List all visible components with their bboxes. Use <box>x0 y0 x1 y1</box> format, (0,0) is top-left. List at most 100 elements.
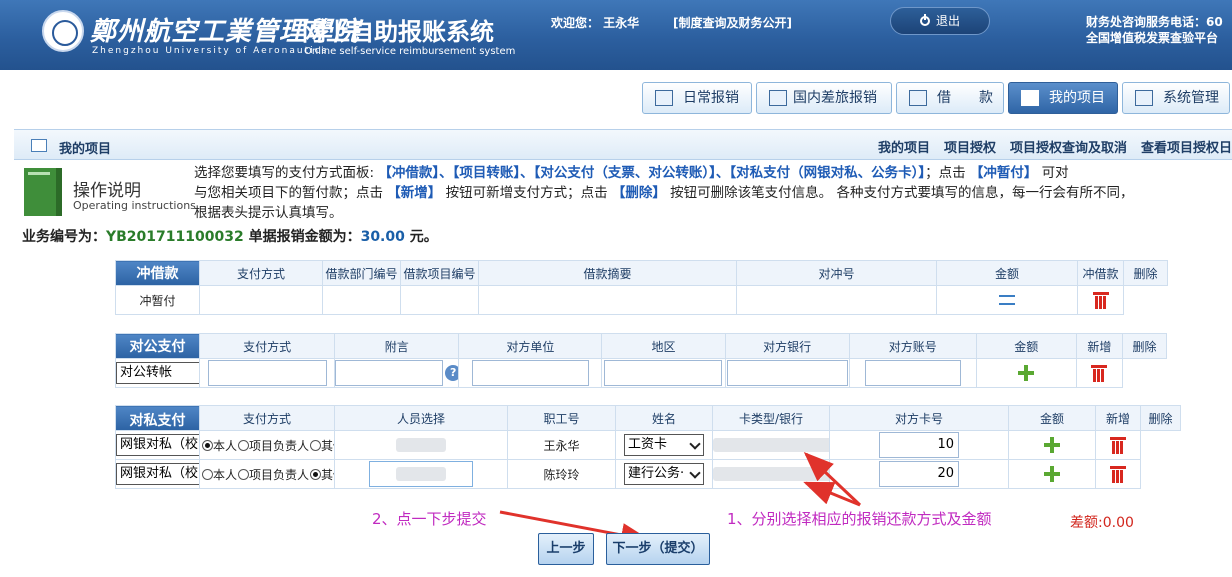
link-authorization-query[interactable]: 项目授权查询及取消 <box>1010 137 1127 156</box>
col-header: 对冲号 <box>736 260 937 286</box>
remark-input[interactable] <box>207 360 327 386</box>
logout-label: 退出 <box>935 14 960 28</box>
col-header: 借款摘要 <box>478 260 737 286</box>
annotation-next-step: 2、点一下步提交 <box>372 510 487 528</box>
account-input[interactable] <box>726 360 848 386</box>
delete-icon[interactable] <box>1110 465 1126 484</box>
col-header: 职工号 <box>507 405 616 431</box>
delete-icon[interactable] <box>1091 364 1108 383</box>
difference-amount: 差额:0.00 <box>1070 515 1134 531</box>
instructions-text: 选择您要填写的支付方式面板: 【冲借款】、【项目转账】、【对公支付（支票、对公转… <box>194 165 1134 221</box>
nav-daily-reimbursement[interactable]: 日常报销 <box>642 82 752 114</box>
col-header: 姓名 <box>615 405 713 431</box>
loan-method: 冲暂付 <box>115 285 200 315</box>
section-title-public: 对公支付 <box>114 333 201 359</box>
card-number-redacted <box>713 438 829 453</box>
payment-method-select[interactable]: 网银对私（校内） <box>116 463 199 485</box>
nav-travel-reimbursement[interactable]: 国内差旅报销 <box>756 82 892 114</box>
contact-info: 财务处咨询服务电话：60 全国增值税发票查验平台 <box>1086 14 1223 46</box>
col-header: 卡类型/银行 <box>712 405 830 431</box>
welcome-text: 欢迎您： 王永华 <box>551 16 640 30</box>
payment-method-select[interactable]: 对公转帐 <box>116 362 199 384</box>
table-row: 冲暂付 <box>115 285 1168 315</box>
chevron-down-icon <box>689 438 701 450</box>
add-icon[interactable] <box>1043 465 1061 483</box>
table-row: 网银对私（校内） 本人项目负责人其他人 陈玲玲 建行公务· 20 <box>115 459 1181 489</box>
col-header: 支付方式 <box>199 333 336 359</box>
page-titlebar: 我的项目 我的项目 项目授权 项目授权查询及取消 查看项目授权日 <box>14 129 1232 160</box>
section-title-loan: 冲借款 <box>115 260 200 286</box>
radio-self[interactable] <box>202 439 213 451</box>
university-name-en: Zhengzhou University of Aeronautics <box>92 46 329 56</box>
invoice-check-platform: 全国增值税发票查验平台 <box>1086 31 1219 45</box>
employee-id-input[interactable] <box>369 461 473 487</box>
instructions-subtitle: Operating instructions <box>73 199 196 212</box>
col-header: 对方银行 <box>724 333 850 359</box>
loan-offset-table: 冲借款 支付方式 借款部门编号 借款项目编号 借款摘要 对冲号 金额 冲借款 删… <box>115 260 1168 315</box>
amount-input[interactable]: 20 <box>879 461 959 487</box>
col-header: 金额 <box>1008 405 1096 431</box>
col-header: 新增 <box>1095 405 1141 431</box>
bank-input[interactable] <box>604 360 723 386</box>
employee-id-redacted <box>396 438 446 453</box>
business-number: YB201711100032 <box>106 229 244 245</box>
add-icon[interactable] <box>1043 436 1061 454</box>
payment-method-select[interactable]: 网银对私（校内） <box>116 434 199 456</box>
radio-others[interactable] <box>310 439 322 451</box>
nav-system-management[interactable]: 系统管理 <box>1122 82 1230 114</box>
radio-self[interactable] <box>202 468 213 480</box>
employee-name: 陈玲玲 <box>507 459 616 489</box>
add-icon[interactable] <box>1017 364 1035 382</box>
col-header: 删除 <box>1123 260 1168 286</box>
public-payment-table: 对公支付 支付方式 附言 对方单位 地区 对方银行 对方账号 金额 新增 删除 … <box>114 333 1168 388</box>
col-header: 对方卡号 <box>829 405 1009 431</box>
amount-input[interactable]: 10 <box>879 432 959 458</box>
book-icon <box>24 168 62 216</box>
system-title-cn: 网上自助报账系统 <box>302 18 494 46</box>
logout-button[interactable]: 退出 <box>890 7 990 35</box>
col-header: 支付方式 <box>199 405 335 431</box>
radio-others[interactable] <box>310 468 322 480</box>
col-header: 金额 <box>975 333 1077 359</box>
card-number-redacted <box>713 467 829 482</box>
system-title-en: Online self-service reimbursement system <box>304 46 516 57</box>
col-header: 借款部门编号 <box>322 260 401 286</box>
link-authorization-log[interactable]: 查看项目授权日 <box>1141 137 1232 156</box>
card-type-select[interactable]: 建行公务· <box>624 463 704 485</box>
col-header: 人员选择 <box>334 405 508 431</box>
col-header: 借款项目编号 <box>400 260 479 286</box>
swap-icon[interactable] <box>997 292 1017 308</box>
settings-icon <box>1135 90 1153 106</box>
col-header: 新增 <box>1075 333 1123 359</box>
col-header: 删除 <box>1121 333 1168 359</box>
nav-loan[interactable]: 借 款 <box>896 82 1004 114</box>
app-header: 鄭州航空工業管理學院 Zhengzhou University of Aeron… <box>0 0 1232 70</box>
delete-icon[interactable] <box>1110 436 1126 455</box>
col-header: 支付方式 <box>199 260 323 286</box>
amount-input[interactable] <box>864 360 961 386</box>
radio-project-leader[interactable] <box>238 439 250 451</box>
col-header: 删除 <box>1140 405 1181 431</box>
annotation-select-methods: 1、分别选择相应的报销还款方式及金额 <box>727 510 992 528</box>
contact-phone: 财务处咨询服务电话：60 <box>1086 15 1223 29</box>
nav-my-projects[interactable]: 我的项目 <box>1008 82 1118 114</box>
counterparty-input[interactable] <box>335 360 444 386</box>
card-type-select[interactable]: 工资卡 <box>624 434 704 456</box>
regulations-link[interactable]: [制度查询及财务公开] <box>673 14 792 31</box>
link-project-authorization[interactable]: 项目授权 <box>944 137 996 156</box>
next-step-submit-button[interactable]: 下一步（提交） <box>606 533 710 565</box>
business-summary: 业务编号为：YB201711100032 单据报销金额为：30.00 元。 <box>22 229 438 245</box>
help-icon[interactable]: ? <box>445 365 458 381</box>
prev-step-button[interactable]: 上一步 <box>538 533 594 565</box>
col-header: 地区 <box>601 333 726 359</box>
power-icon <box>919 14 930 26</box>
calendar-icon <box>909 90 927 106</box>
reimbursement-amount: 30.00 <box>360 229 405 245</box>
radio-project-leader[interactable] <box>238 468 250 480</box>
col-header: 对方账号 <box>848 333 977 359</box>
list-icon <box>1021 90 1039 106</box>
document-icon <box>655 90 673 106</box>
region-input[interactable] <box>471 360 589 386</box>
delete-icon[interactable] <box>1092 291 1109 310</box>
link-my-projects[interactable]: 我的项目 <box>878 137 930 156</box>
